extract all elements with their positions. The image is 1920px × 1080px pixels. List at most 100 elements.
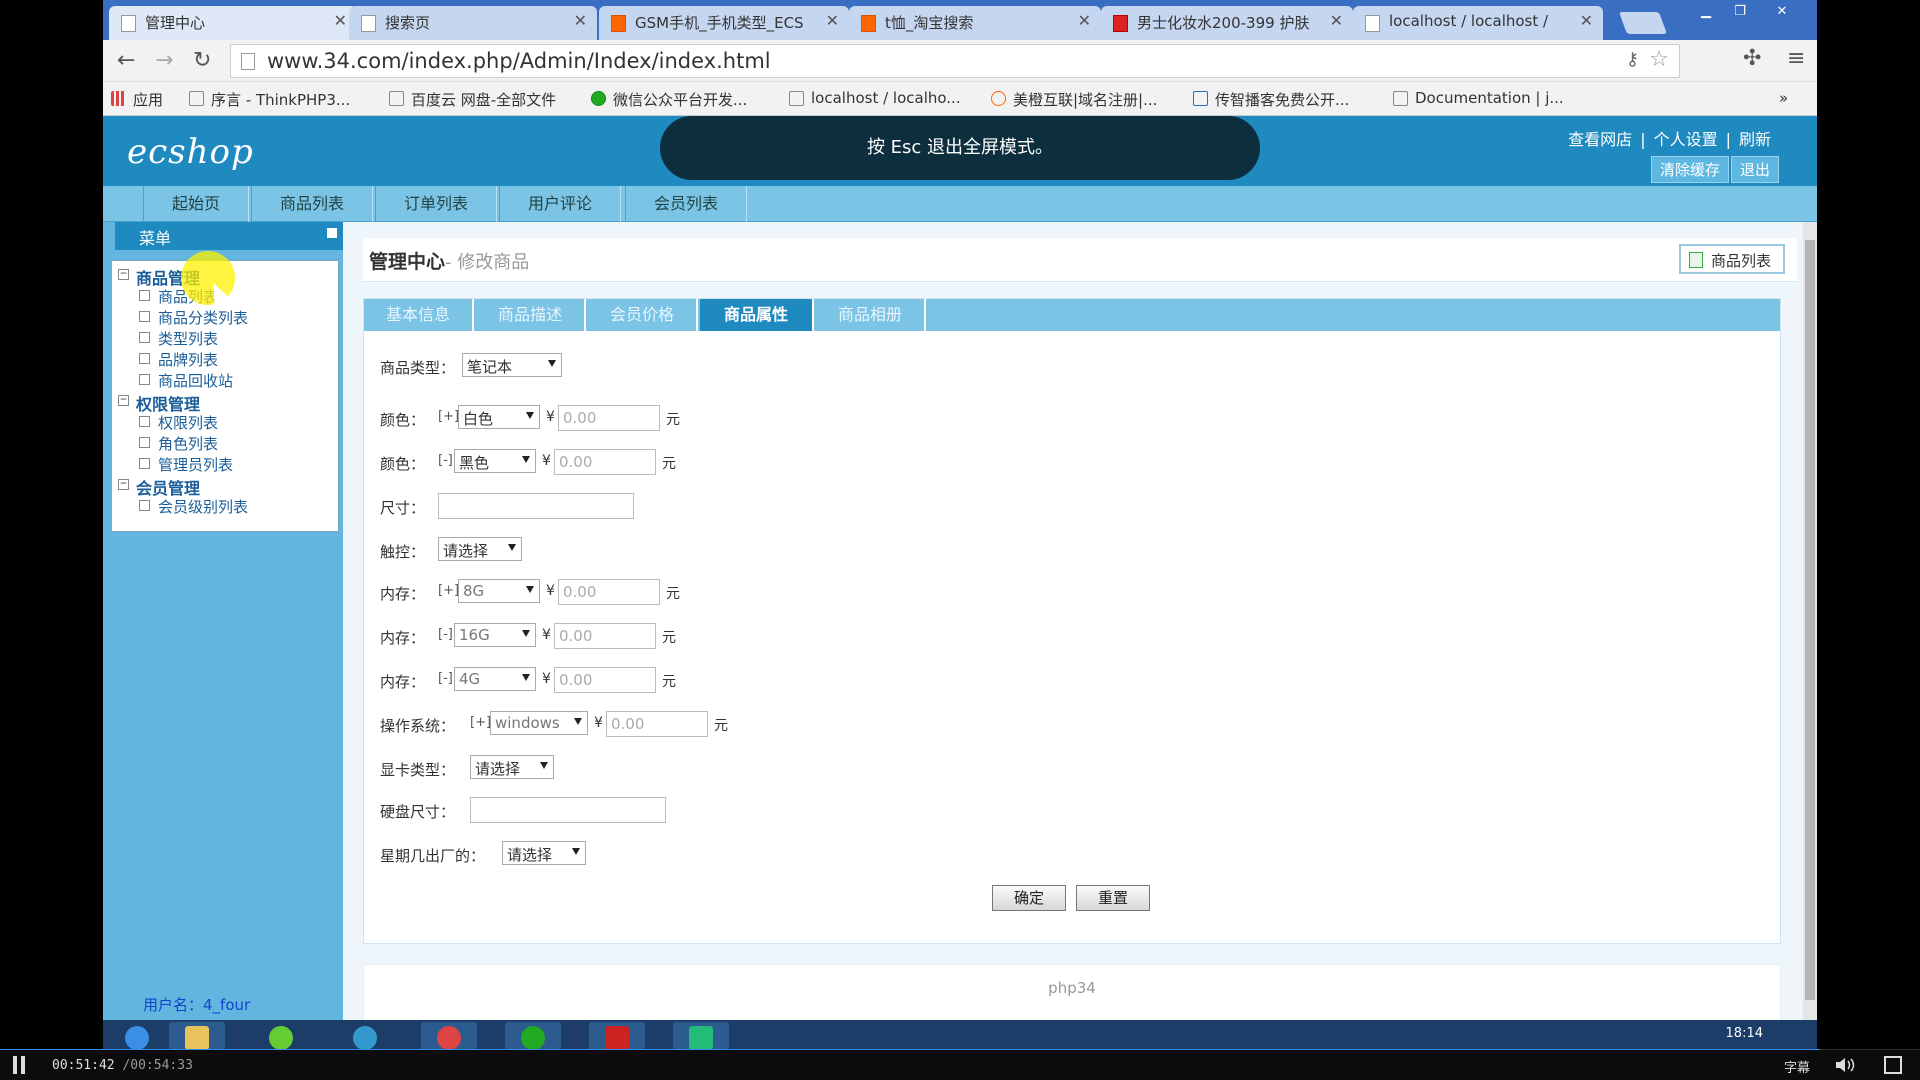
clear-cache-button[interactable]: 清除缓存 [1650, 156, 1729, 183]
tab-gallery[interactable]: 商品相册 [816, 299, 926, 331]
page-scrollbar[interactable] [1803, 222, 1817, 1030]
bookmark-apps[interactable]: 应用 [111, 89, 163, 110]
refresh-link[interactable]: 刷新 [1739, 130, 1771, 149]
menu-icon[interactable]: ≡ [1787, 46, 1805, 71]
size-input[interactable] [438, 493, 634, 519]
view-shop-link[interactable]: 查看网店 [1568, 130, 1632, 149]
color-select[interactable]: 黑色 [454, 449, 536, 473]
memory-select[interactable]: 16G [454, 623, 536, 647]
taskbar-ie[interactable] [337, 1022, 393, 1050]
tree-group-members[interactable]: − 会员管理 [112, 475, 338, 498]
minus-icon[interactable]: − [118, 479, 129, 490]
memory-select[interactable]: 8G [458, 579, 540, 603]
tab-attributes[interactable]: 商品属性 [700, 299, 814, 331]
nav-order-list[interactable]: 订单列表 [375, 186, 498, 222]
add-row-toggle[interactable]: [+] [438, 409, 459, 424]
tree-item-recycle-bin[interactable]: 商品回收站 [112, 370, 338, 391]
nav-goods-list[interactable]: 商品列表 [251, 186, 374, 222]
close-icon[interactable]: ✕ [1078, 11, 1091, 30]
browser-tab-admin[interactable]: 管理中心 ✕ [109, 6, 357, 40]
minus-icon[interactable]: − [118, 269, 129, 280]
bookmarks-overflow-icon[interactable]: » [1779, 89, 1788, 107]
tab-description[interactable]: 商品描述 [476, 299, 586, 331]
tree-item-role-list[interactable]: 角色列表 [112, 433, 338, 454]
back-icon[interactable]: ← [117, 48, 135, 73]
memory-price-input[interactable]: 0.00 [554, 667, 656, 693]
subtitles-button[interactable]: 字幕 [1784, 1057, 1810, 1076]
extension-icon[interactable]: ✣ [1743, 46, 1761, 71]
nav-user-comments[interactable]: 用户评论 [499, 186, 622, 222]
tree-item-admin-list[interactable]: 管理员列表 [112, 454, 338, 475]
nav-member-list[interactable]: 会员列表 [625, 186, 748, 222]
minimize-icon[interactable]: ▁ [1691, 4, 1721, 24]
remove-row-toggle[interactable]: [-] [438, 453, 453, 468]
memory-price-input[interactable]: 0.00 [558, 579, 660, 605]
volume-icon[interactable] [1834, 1056, 1856, 1074]
taskbar-chrome[interactable] [421, 1022, 477, 1050]
taskbar-recorder[interactable] [589, 1022, 645, 1050]
tree-item-member-level-list[interactable]: 会员级别列表 [112, 496, 338, 517]
browser-tab-search[interactable]: 搜索页 ✕ [349, 6, 597, 40]
os-price-input[interactable]: 0.00 [606, 711, 708, 737]
color-price-input[interactable]: 0.00 [558, 405, 660, 431]
bookmark-thinkphp[interactable]: 序言 - ThinkPHP3... [189, 89, 350, 110]
browser-tab-gsm[interactable]: GSM手机_手机类型_ECS ✕ [599, 6, 849, 40]
bookmark-wechat[interactable]: 微信公众平台开发... [591, 89, 747, 110]
tab-basic-info[interactable]: 基本信息 [364, 299, 474, 331]
add-row-toggle[interactable]: [+] [470, 715, 491, 730]
taskbar-explorer[interactable] [169, 1022, 225, 1050]
add-row-toggle[interactable]: [+] [438, 583, 459, 598]
bookmark-localhost[interactable]: localhost / localho... [789, 89, 961, 107]
close-icon[interactable]: ✕ [1330, 11, 1343, 30]
minus-icon[interactable]: − [118, 395, 129, 406]
key-icon[interactable]: ⚷ [1626, 49, 1639, 70]
tab-member-price[interactable]: 会员价格 [588, 299, 698, 331]
os-select[interactable]: windows [490, 711, 588, 735]
color-select[interactable]: 白色 [458, 405, 540, 429]
tree-item-privilege-list[interactable]: 权限列表 [112, 412, 338, 433]
taskbar-editor[interactable] [673, 1022, 729, 1050]
logout-button[interactable]: 退出 [1730, 156, 1779, 183]
tree-item-type-list[interactable]: 类型列表 [112, 328, 338, 349]
remove-row-toggle[interactable]: [-] [438, 627, 453, 642]
goods-type-select[interactable]: 笔记本 [462, 353, 562, 377]
browser-tab-taobao[interactable]: t恤_淘宝搜索 ✕ [849, 6, 1101, 40]
close-icon[interactable]: ✕ [1580, 11, 1593, 30]
color-price-input[interactable]: 0.00 [554, 449, 656, 475]
reset-button[interactable]: 重置 [1076, 885, 1150, 911]
bookmark-baidu[interactable]: 百度云 网盘-全部文件 [389, 89, 556, 110]
close-icon[interactable]: ✕ [826, 11, 839, 30]
goods-list-button[interactable]: 商品列表 [1678, 244, 1785, 274]
reload-icon[interactable]: ↻ [193, 48, 211, 73]
memory-select[interactable]: 4G [454, 667, 536, 691]
remove-row-toggle[interactable]: [-] [438, 671, 453, 686]
taskbar-app-green[interactable] [253, 1022, 309, 1050]
gpu-select[interactable]: 请选择 [470, 755, 554, 779]
bookmark-star-icon[interactable]: ☆ [1649, 47, 1669, 72]
fullscreen-icon[interactable] [1884, 1056, 1902, 1074]
browser-tab-phpmyadmin[interactable]: localhost / localhost / ✕ [1353, 6, 1603, 40]
tree-group-privileges[interactable]: − 权限管理 [112, 391, 338, 414]
close-icon[interactable]: ✕ [574, 11, 587, 30]
browser-tab-jd[interactable]: 男士化妆水200-399 护肤 ✕ [1101, 6, 1353, 40]
bookmark-documentation[interactable]: Documentation | j... [1393, 89, 1564, 107]
weekday-select[interactable]: 请选择 [502, 841, 586, 865]
address-bar[interactable]: www.34.com/index.php/Admin/Index/index.h… [230, 44, 1680, 78]
nav-home[interactable]: 起始页 [143, 186, 250, 222]
restore-icon[interactable]: ❐ [1725, 4, 1755, 24]
bookmark-meicheng[interactable]: 美橙互联|域名注册|... [991, 89, 1157, 110]
start-button[interactable] [109, 1022, 165, 1050]
disk-size-input[interactable] [470, 797, 666, 823]
pause-icon[interactable] [12, 1056, 26, 1074]
memory-price-input[interactable]: 0.00 [554, 623, 656, 649]
new-tab-button[interactable] [1618, 12, 1668, 34]
close-window-icon[interactable]: ✕ [1767, 4, 1797, 24]
close-icon[interactable]: ✕ [334, 11, 347, 30]
submit-button[interactable]: 确定 [992, 885, 1066, 911]
touch-select[interactable]: 请选择 [438, 537, 522, 561]
taskbar-app-360[interactable] [505, 1022, 561, 1050]
scrollbar-thumb[interactable] [1805, 240, 1815, 1000]
forward-icon[interactable]: → [155, 48, 173, 73]
tree-item-category-list[interactable]: 商品分类列表 [112, 307, 338, 328]
collapse-icon[interactable] [327, 228, 337, 238]
